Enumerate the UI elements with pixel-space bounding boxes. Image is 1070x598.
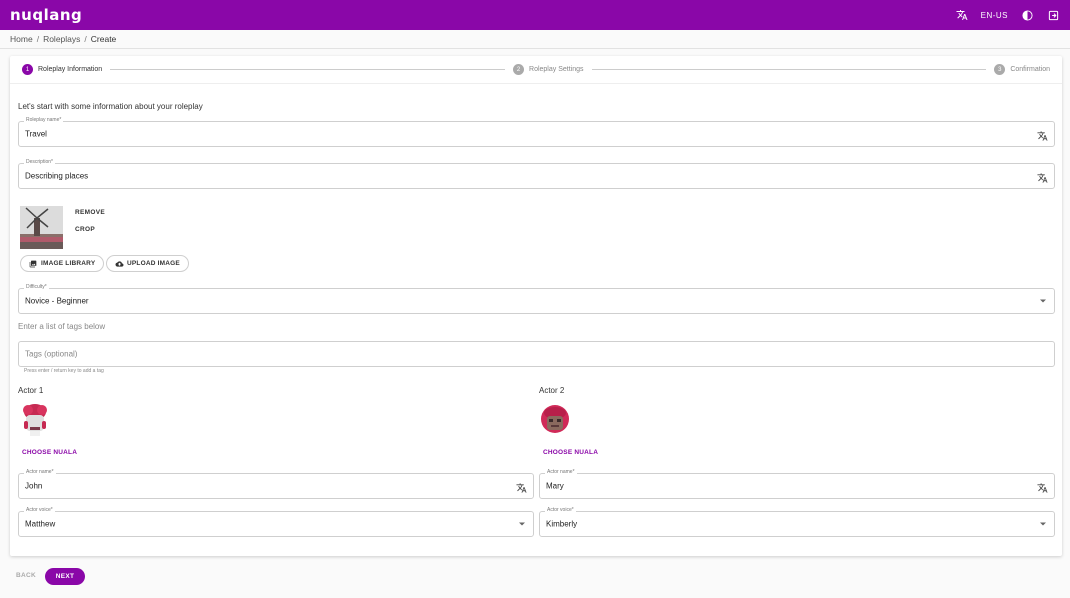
- theme-toggle-icon[interactable]: [1020, 8, 1034, 22]
- actor-1-name-field[interactable]: Actor name* John: [18, 469, 534, 499]
- breadcrumb-divider: [0, 48, 1070, 49]
- step-roleplay-settings[interactable]: 2 Roleplay Settings: [513, 64, 584, 75]
- locale-selector[interactable]: EN-US: [981, 11, 1008, 20]
- actor-2-voice-value: Kimberly: [546, 519, 578, 529]
- field-label: Actor voice*: [545, 507, 576, 513]
- step-connector: [110, 69, 506, 70]
- actor-1-avatar: [20, 403, 50, 437]
- step-confirmation[interactable]: 3 Confirmation: [994, 64, 1050, 75]
- field-label: Roleplay name*: [24, 117, 64, 123]
- top-app-bar: nuqlang EN-US: [0, 0, 1070, 30]
- stepper: 1 Roleplay Information 2 Roleplay Settin…: [10, 56, 1062, 84]
- translate-icon[interactable]: [955, 8, 969, 22]
- tags-field[interactable]: Tags (optional): [18, 341, 1055, 367]
- actor-1-title: Actor 1: [18, 386, 44, 395]
- dropdown-caret-icon: [519, 522, 525, 526]
- step-roleplay-information[interactable]: 1 Roleplay Information: [22, 64, 102, 75]
- crop-image-button[interactable]: CROP: [75, 226, 95, 233]
- field-label: Actor voice*: [24, 507, 55, 513]
- breadcrumb: Home / Roleplays / Create: [10, 34, 116, 44]
- step-number: 1: [22, 64, 33, 75]
- next-button[interactable]: NEXT: [45, 568, 85, 585]
- actor-1-voice-value: Matthew: [25, 519, 56, 529]
- upload-image-label: UPLOAD IMAGE: [127, 260, 180, 267]
- form-intro: Let's start with some information about …: [18, 102, 203, 111]
- translate-icon[interactable]: [1037, 129, 1048, 141]
- breadcrumb-roleplays[interactable]: Roleplays: [43, 34, 80, 44]
- actor-2-title: Actor 2: [539, 386, 565, 395]
- upload-image-button[interactable]: UPLOAD IMAGE: [106, 255, 189, 272]
- breadcrumb-separator: /: [36, 34, 40, 44]
- tags-hint: Enter a list of tags below: [18, 322, 106, 331]
- difficulty-select[interactable]: Difficulty* Novice - Beginner: [18, 284, 1055, 314]
- cloud-upload-icon: [115, 260, 124, 268]
- translate-icon[interactable]: [1037, 481, 1048, 493]
- roleplay-image-thumbnail: [20, 206, 63, 249]
- field-label: Difficulty*: [24, 284, 49, 290]
- image-library-icon: [29, 260, 37, 268]
- logout-icon[interactable]: [1046, 8, 1060, 22]
- tags-helper-text: Press enter / return key to add a tag: [24, 368, 104, 374]
- top-actions: EN-US: [955, 8, 1060, 22]
- actor-2-name-field[interactable]: Actor name* Mary: [539, 469, 1055, 499]
- back-button[interactable]: BACK: [16, 572, 36, 579]
- image-library-button[interactable]: IMAGE LIBRARY: [20, 255, 105, 272]
- breadcrumb-separator: /: [84, 34, 87, 44]
- step-number: 3: [994, 64, 1006, 75]
- roleplay-name-field[interactable]: Roleplay name* Travel: [18, 117, 1055, 147]
- dropdown-caret-icon: [1040, 299, 1046, 303]
- step-connector: [591, 69, 987, 70]
- actor-2-avatar: [540, 403, 570, 437]
- step-number: 2: [513, 64, 525, 75]
- actor-2-choose-nuala-button[interactable]: CHOOSE NUALA: [543, 449, 598, 456]
- field-label: Actor name*: [545, 469, 577, 475]
- actor-1-name-input[interactable]: John: [25, 482, 42, 491]
- tags-input[interactable]: Tags (optional): [25, 350, 77, 359]
- breadcrumb-create: Create: [90, 34, 117, 44]
- step-label: Roleplay Settings: [529, 66, 584, 73]
- remove-image-button[interactable]: REMOVE: [75, 209, 105, 216]
- breadcrumb-home[interactable]: Home: [10, 34, 33, 44]
- roleplay-name-input[interactable]: Travel: [25, 130, 47, 139]
- dropdown-caret-icon: [1040, 522, 1046, 526]
- description-input[interactable]: Describing places: [25, 172, 88, 181]
- step-label: Confirmation: [1010, 66, 1050, 73]
- description-field[interactable]: Description* Describing places: [18, 159, 1055, 189]
- step-label: Roleplay Information: [38, 66, 103, 73]
- difficulty-value: Novice - Beginner: [25, 296, 89, 306]
- actor-1-voice-select[interactable]: Actor voice* Matthew: [18, 507, 534, 537]
- field-label: Description*: [24, 159, 55, 165]
- field-label: Actor name*: [24, 469, 56, 475]
- translate-icon[interactable]: [516, 481, 527, 493]
- create-roleplay-card: 1 Roleplay Information 2 Roleplay Settin…: [10, 56, 1062, 556]
- image-library-label: IMAGE LIBRARY: [41, 260, 96, 267]
- actor-2-voice-select[interactable]: Actor voice* Kimberly: [539, 507, 1055, 537]
- translate-icon[interactable]: [1037, 171, 1048, 183]
- actor-2-name-input[interactable]: Mary: [546, 482, 564, 491]
- app-logo[interactable]: nuqlang: [10, 6, 82, 24]
- actor-1-choose-nuala-button[interactable]: CHOOSE NUALA: [22, 449, 77, 456]
